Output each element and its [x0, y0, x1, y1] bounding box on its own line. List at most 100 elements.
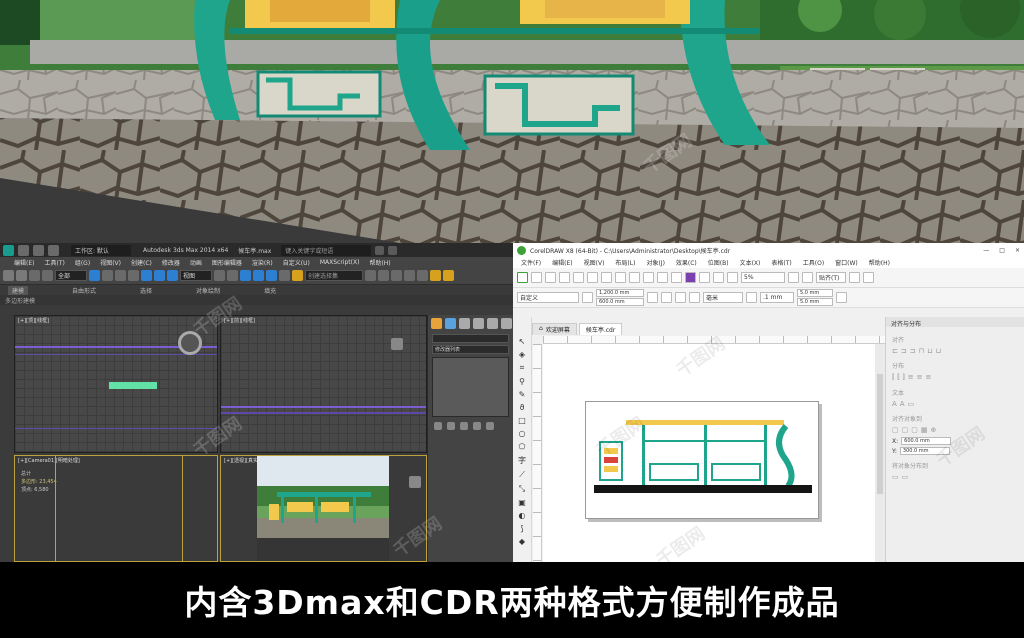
distribute-right-icon[interactable]: ⫿	[903, 373, 905, 382]
max-menu-item[interactable]: 工具(T)	[44, 258, 64, 267]
ellipse-tool-icon[interactable]: ○	[519, 429, 526, 438]
page-height-input[interactable]: 600.0 mm	[596, 298, 644, 306]
page-width-input[interactable]: 1,200.0 mm	[596, 289, 644, 297]
page-center-icon[interactable]: ▢	[911, 426, 918, 434]
select-manipulate-icon[interactable]	[227, 270, 238, 281]
create-tab-icon[interactable]	[431, 318, 442, 329]
paper-type-dropdown[interactable]: 自定义	[517, 292, 579, 303]
align-icon[interactable]	[378, 270, 389, 281]
copy-icon[interactable]	[587, 272, 598, 283]
open-file-icon[interactable]	[33, 244, 44, 256]
redo-icon[interactable]	[16, 270, 27, 281]
print-icon[interactable]	[559, 272, 570, 283]
page-extent-icon[interactable]: ▭	[902, 473, 909, 481]
maximize-button[interactable]: □	[999, 247, 1005, 254]
spinner-snap-icon[interactable]	[279, 270, 290, 281]
angle-snap-icon[interactable]	[253, 270, 264, 281]
make-unique-icon[interactable]	[460, 422, 468, 430]
render-setup-icon[interactable]	[430, 270, 441, 281]
pick-tool-icon[interactable]: ↖	[519, 337, 526, 346]
max-menu-item[interactable]: 修改器	[162, 258, 180, 267]
vertical-scrollbar[interactable]	[875, 344, 885, 562]
max-workspace-dropdown[interactable]: 工作区: 默认	[71, 244, 131, 256]
viewcube[interactable]	[391, 338, 403, 350]
units-dropdown[interactable]: 毫米	[703, 292, 743, 303]
freehand-tool-icon[interactable]: ✎	[519, 390, 526, 399]
portrait-icon[interactable]	[647, 292, 658, 303]
object-name-field[interactable]	[432, 334, 509, 343]
tab-welcome-screen[interactable]: ⌂ 欢迎屏幕	[532, 323, 577, 335]
max-menu-item[interactable]: 组(G)	[75, 258, 90, 267]
max-menu-item[interactable]: 图形编辑器	[212, 258, 242, 267]
max-menu-item[interactable]: 自定义(U)	[283, 258, 310, 267]
distribute-middle-icon[interactable]: ≡	[917, 373, 923, 382]
cdr-menu-item[interactable]: 布局(L)	[615, 258, 635, 267]
scrollbar-thumb[interactable]	[877, 374, 883, 494]
max-menu-item[interactable]: 动画	[190, 258, 202, 267]
text-first-baseline-icon[interactable]: A	[892, 400, 897, 408]
curve-editor-icon[interactable]	[404, 270, 415, 281]
rotate-icon[interactable]	[154, 270, 165, 281]
link-icon[interactable]	[29, 270, 40, 281]
unlink-icon[interactable]	[42, 270, 53, 281]
rulers-icon[interactable]	[713, 272, 724, 283]
launch-icon[interactable]	[863, 272, 874, 283]
help-icon[interactable]	[388, 245, 398, 255]
grid-icon[interactable]: ▦	[921, 426, 928, 434]
ribbon-tab-modeling[interactable]: 建模	[8, 285, 29, 295]
render-icon[interactable]	[443, 270, 454, 281]
text-bbox-icon[interactable]: ▭	[908, 400, 915, 408]
max-menu-item[interactable]: MAXScript(X)	[320, 259, 360, 266]
viewport-label[interactable]: [+][透视][真实]	[224, 457, 260, 464]
hierarchy-tab-icon[interactable]	[459, 318, 470, 329]
open-icon[interactable]	[531, 272, 542, 283]
align-center-v-icon[interactable]: ⊔	[927, 347, 932, 355]
parallel-dimension-icon[interactable]: ⟋	[519, 470, 525, 480]
full-screen-icon[interactable]	[699, 272, 710, 283]
zoom-options-icon[interactable]	[788, 272, 799, 283]
close-button[interactable]: ×	[1015, 247, 1020, 254]
align-left-icon[interactable]: ⊏	[892, 347, 898, 355]
undo-icon[interactable]	[3, 270, 14, 281]
drawing-canvas[interactable]	[543, 344, 885, 562]
display-tab-icon[interactable]	[487, 318, 498, 329]
named-selection-dropdown[interactable]: 创建选择集	[305, 270, 363, 281]
max-menu-item[interactable]: 编辑(E)	[14, 258, 34, 267]
new-document-icon[interactable]	[517, 272, 528, 283]
cdr-menu-item[interactable]: 文件(F)	[521, 258, 541, 267]
cdr-menu-item[interactable]: 视图(V)	[584, 258, 605, 267]
landscape-icon[interactable]	[661, 292, 672, 303]
material-editor-icon[interactable]	[417, 270, 428, 281]
percent-snap-icon[interactable]	[266, 270, 277, 281]
selection-extent-icon[interactable]: ▭	[892, 473, 899, 481]
polygon-tool-icon[interactable]: ⬠	[519, 442, 526, 451]
snap-toggle-icon[interactable]	[240, 270, 251, 281]
all-pages-icon[interactable]	[675, 292, 686, 303]
pin-stack-icon[interactable]	[434, 422, 442, 430]
select-object-icon[interactable]	[89, 270, 100, 281]
viewport-label[interactable]: [+][顶][线框]	[18, 317, 49, 324]
save-icon[interactable]	[545, 272, 556, 283]
drop-shadow-icon[interactable]: ▣	[518, 498, 526, 507]
search-content-icon[interactable]	[643, 272, 654, 283]
text-tool-icon[interactable]: 字	[518, 455, 526, 466]
edit-named-selection-icon[interactable]	[292, 270, 303, 281]
select-by-name-icon[interactable]	[102, 270, 113, 281]
zoom-tool-icon[interactable]: ⚲	[519, 377, 525, 386]
specified-point-icon[interactable]: ⊕	[931, 426, 937, 434]
distribute-top-icon[interactable]: ≡	[908, 373, 914, 382]
3ds-max-icon[interactable]	[3, 244, 14, 256]
motion-tab-icon[interactable]	[473, 318, 484, 329]
publish-pdf-icon[interactable]	[685, 272, 696, 283]
redo-icon[interactable]	[629, 272, 640, 283]
nudge-distance-input[interactable]: .1 mm	[760, 292, 794, 303]
cdr-menu-item[interactable]: 表格(T)	[771, 258, 791, 267]
ribbon-tab-populate[interactable]: 填充	[264, 286, 276, 295]
snap-to-dropdown[interactable]: 贴齐(T)	[816, 272, 846, 283]
cdr-menu-item[interactable]: 帮助(H)	[869, 258, 890, 267]
search-icon[interactable]	[375, 245, 385, 255]
configure-sets-icon[interactable]	[486, 422, 494, 430]
viewport-front[interactable]: [+][前][线框]	[220, 315, 427, 453]
current-page-icon[interactable]	[689, 292, 700, 303]
page-orientation-icon[interactable]	[582, 292, 593, 303]
